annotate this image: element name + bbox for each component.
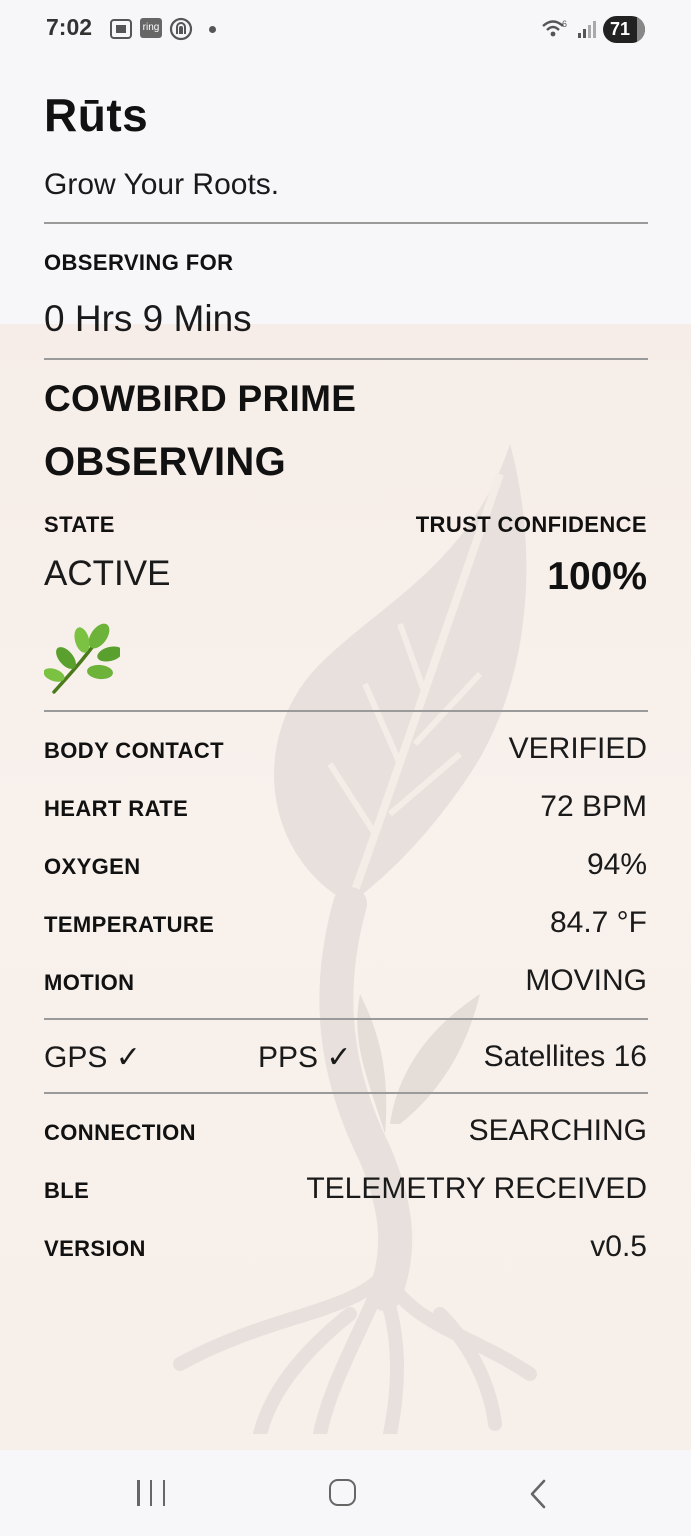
observing-label: OBSERVING FOR bbox=[44, 250, 234, 275]
app-title: Rūts bbox=[44, 89, 149, 141]
system-value-connection: SEARCHING bbox=[468, 1114, 647, 1147]
vital-label-body-contact: BODY CONTACT bbox=[44, 738, 224, 763]
system-label-connection: CONNECTION bbox=[44, 1120, 196, 1145]
status-bar: 7:02 ring 6 71 bbox=[0, 0, 691, 60]
wifi-icon: 6 bbox=[541, 17, 569, 41]
system-value-version: v0.5 bbox=[590, 1230, 647, 1263]
trust-value: 100% bbox=[547, 555, 647, 598]
notification-dot bbox=[209, 26, 216, 33]
battery-level: 71 bbox=[609, 19, 631, 39]
divider bbox=[44, 358, 648, 360]
back-icon[interactable] bbox=[528, 1479, 548, 1509]
vital-value-motion: MOVING bbox=[525, 964, 647, 997]
recents-icon[interactable] bbox=[137, 1480, 165, 1506]
vital-value-temperature: 84.7 °F bbox=[549, 906, 647, 939]
battery-icon: 71 bbox=[603, 16, 645, 43]
gps-status: GPS ✓ bbox=[44, 1041, 141, 1074]
screenshot-icon bbox=[108, 17, 134, 41]
device-mode: OBSERVING bbox=[44, 440, 287, 484]
vital-value-body-contact: VERIFIED bbox=[508, 732, 647, 765]
state-label: STATE bbox=[44, 512, 115, 537]
status-time: 7:02 bbox=[46, 14, 93, 40]
trust-label: TRUST CONFIDENCE bbox=[415, 512, 647, 537]
navigation-bar bbox=[0, 1450, 691, 1536]
app-tagline: Grow Your Roots. bbox=[44, 168, 280, 201]
vital-label-motion: MOTION bbox=[44, 970, 135, 995]
divider bbox=[44, 222, 648, 224]
satellites-count: Satellites 16 bbox=[483, 1040, 647, 1073]
system-label-version: VERSION bbox=[44, 1236, 146, 1261]
pps-status: PPS ✓ bbox=[258, 1041, 352, 1074]
vital-label-oxygen: OXYGEN bbox=[44, 854, 141, 879]
divider bbox=[44, 1018, 648, 1020]
observing-duration: 0 Hrs 9 Mins bbox=[44, 298, 252, 339]
device-name: COWBIRD PRIME bbox=[44, 378, 357, 419]
system-label-ble: BLE bbox=[44, 1178, 90, 1203]
home-icon[interactable] bbox=[329, 1479, 356, 1506]
state-value: ACTIVE bbox=[44, 554, 171, 593]
herb-leaf-icon bbox=[43, 620, 123, 696]
vital-value-heart-rate: 72 BPM bbox=[540, 790, 647, 823]
ring-icon: ring bbox=[140, 18, 162, 38]
vital-label-heart-rate: HEART RATE bbox=[44, 796, 189, 821]
signal-icon bbox=[576, 17, 598, 41]
vital-label-temperature: TEMPERATURE bbox=[44, 912, 215, 937]
divider bbox=[44, 1092, 648, 1094]
system-value-ble: TELEMETRY RECEIVED bbox=[306, 1172, 647, 1205]
wifi-generation: 6 bbox=[562, 19, 567, 29]
nfc-icon bbox=[167, 17, 195, 41]
vital-value-oxygen: 94% bbox=[586, 848, 647, 881]
main-background bbox=[0, 324, 691, 1450]
divider bbox=[44, 710, 648, 712]
